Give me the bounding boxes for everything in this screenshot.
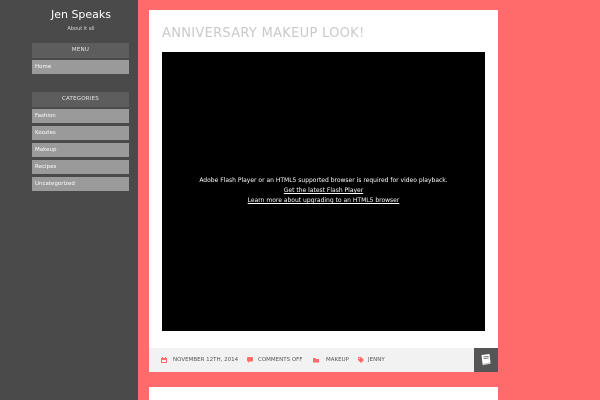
post-category[interactable]: MAKEUP <box>326 348 349 372</box>
category-item-uncategorized[interactable]: Uncategorized <box>32 177 129 191</box>
category-item-fashion[interactable]: Fashion <box>32 109 129 123</box>
tag-icon <box>358 357 364 363</box>
calendar-icon <box>161 357 167 363</box>
folder-icon <box>313 358 319 363</box>
menu-item-home[interactable]: Home <box>32 60 129 74</box>
post-comments[interactable]: COMMENTS OFF <box>258 348 303 372</box>
post-card: ANNIVERSARY MAKEUP LOOK! Adobe Flash Pla… <box>149 10 498 372</box>
site-title[interactable]: Jen Speaks <box>0 8 162 22</box>
html5-upgrade-link[interactable]: Learn more about upgrading to an HTML5 b… <box>162 196 485 206</box>
site-tagline: About it all <box>67 26 95 32</box>
category-item-makeup[interactable]: Makeup <box>32 143 129 157</box>
sidebar: Jen Speaks About it all MENU Home CATEGO… <box>0 0 138 400</box>
video-fallback-message: Adobe Flash Player or an HTML5 supported… <box>162 176 485 206</box>
video-player[interactable]: Adobe Flash Player or an HTML5 supported… <box>162 52 485 331</box>
post-date: NOVEMBER 12TH, 2014 <box>173 357 239 363</box>
video-fallback-text: Adobe Flash Player or an HTML5 supported… <box>199 177 448 184</box>
book-icon <box>481 354 491 366</box>
post-meta-bar: NOVEMBER 12TH, 2014 COMMENTS OFF MAKEUP … <box>149 348 498 372</box>
menu-widget-title: MENU <box>32 43 129 58</box>
post-author[interactable]: JENNY <box>368 348 385 372</box>
categories-widget-title: CATEGORIES <box>32 92 129 107</box>
next-post-card <box>149 387 498 400</box>
category-item-recipes[interactable]: Recipes <box>32 160 129 174</box>
post-title[interactable]: ANNIVERSARY MAKEUP LOOK! <box>162 25 365 43</box>
flash-player-link[interactable]: Get the latest Flash Player <box>162 186 485 196</box>
category-item-koozies[interactable]: Koozies <box>32 126 129 140</box>
read-more-button[interactable] <box>474 348 498 372</box>
comment-icon <box>247 357 253 363</box>
